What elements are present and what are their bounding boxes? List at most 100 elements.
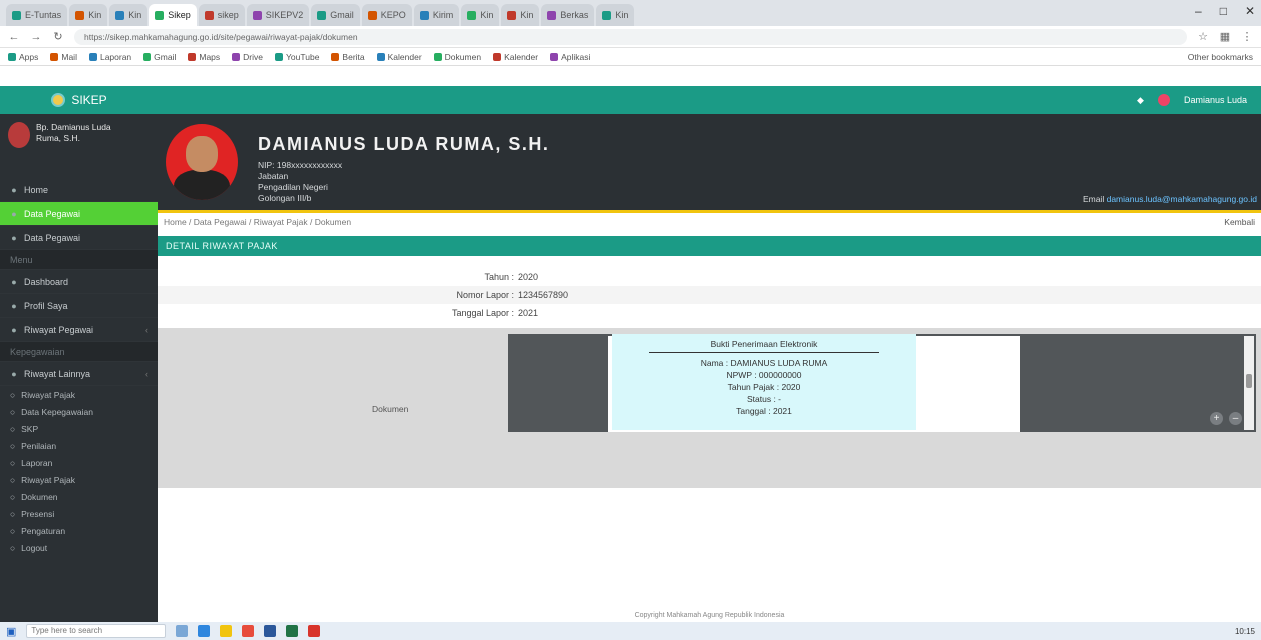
sidebar-item[interactable]: ● Riwayat Lainnya ‹ bbox=[0, 362, 158, 386]
bell-icon[interactable]: ◆ bbox=[1137, 95, 1144, 106]
bookmark-label: Mail bbox=[61, 51, 77, 62]
breadcrumb-path[interactable]: Home / Data Pegawai / Riwayat Pajak / Do… bbox=[164, 217, 351, 227]
tab-title: E-Tuntas bbox=[25, 10, 62, 20]
sidebar-subitem-icon: ○ bbox=[10, 491, 16, 502]
bookmark-item[interactable]: Berita bbox=[331, 52, 365, 62]
minimize-icon[interactable]: – bbox=[1195, 4, 1202, 18]
tab-favicon-icon bbox=[155, 10, 165, 20]
browser-tab[interactable]: Kirim bbox=[413, 4, 460, 26]
browser-tab[interactable]: sikep bbox=[198, 4, 245, 26]
zoom-out-icon[interactable]: – bbox=[1229, 412, 1242, 425]
sidebar-subitem[interactable]: ○ Pengaturan bbox=[0, 522, 158, 539]
bookmark-icon bbox=[331, 52, 340, 61]
browser-tab[interactable]: Berkas bbox=[541, 4, 595, 26]
tab-title: KEPO bbox=[380, 10, 406, 20]
extensions-icon[interactable]: ▦ bbox=[1219, 30, 1231, 43]
sidebar-subitem[interactable]: ○ SKP bbox=[0, 420, 158, 437]
word-icon[interactable] bbox=[264, 625, 277, 637]
browser-tab[interactable]: Kin bbox=[69, 4, 108, 26]
back-link[interactable]: Kembali bbox=[1224, 217, 1255, 227]
windows-icon[interactable]: ▣ bbox=[6, 625, 16, 638]
excel-icon[interactable] bbox=[286, 625, 299, 637]
tab-title: Sikep bbox=[168, 10, 191, 20]
sidebar-item[interactable]: ● Home bbox=[0, 178, 158, 202]
browser-tab[interactable]: KEPO bbox=[361, 4, 412, 26]
edge-icon[interactable] bbox=[198, 625, 211, 637]
sidebar-subitem-icon: ○ bbox=[10, 389, 16, 400]
tab-title: Kin bbox=[520, 10, 534, 20]
sidebar-subitem-label: Penilaian bbox=[21, 440, 57, 451]
sidebar-item[interactable]: ● Data Pegawai bbox=[0, 226, 158, 250]
tab-favicon-icon bbox=[547, 10, 557, 20]
sidebar-item[interactable]: ● Riwayat Pegawai ‹ bbox=[0, 318, 158, 342]
email-link[interactable]: damianus.luda@mahkamahagung.go.id bbox=[1107, 194, 1257, 204]
zoom-in-icon[interactable]: + bbox=[1210, 412, 1223, 425]
browser-tab[interactable]: Kin bbox=[596, 4, 635, 26]
user-panel: Bp. Damianus Luda Ruma, S.H. bbox=[0, 114, 158, 178]
brand[interactable]: SIKEP bbox=[0, 93, 158, 107]
sidebar-item-icon: ● bbox=[11, 368, 17, 379]
browser-tab[interactable]: Kin bbox=[501, 4, 540, 26]
bookmark-item[interactable]: Maps bbox=[188, 52, 220, 62]
bookmark-item[interactable]: Aplikasi bbox=[550, 52, 590, 62]
sidebar-item[interactable]: ● Data Pegawai bbox=[0, 202, 158, 226]
other-bookmarks[interactable]: Other bookmarks bbox=[1188, 52, 1253, 62]
sidebar-item-label: Profil Saya bbox=[24, 300, 68, 311]
avatar[interactable] bbox=[1157, 94, 1170, 106]
sidebar-subitem[interactable]: ○ Penilaian bbox=[0, 437, 158, 454]
bookmark-item[interactable]: Gmail bbox=[143, 52, 176, 62]
bookmark-item[interactable]: Kalender bbox=[376, 52, 422, 62]
star-icon[interactable]: ☆ bbox=[1197, 30, 1209, 43]
document-label: Dokumen bbox=[372, 404, 409, 414]
reload-icon[interactable]: ↻ bbox=[52, 30, 64, 43]
bookmark-item[interactable]: Mail bbox=[50, 52, 77, 62]
browser-tab[interactable]: E-Tuntas bbox=[6, 4, 68, 26]
pdf-viewer[interactable]: Bukti Penerimaan Elektronik Nama : DAMIAN… bbox=[508, 334, 1256, 432]
sidebar-subitem[interactable]: ○ Dokumen bbox=[0, 488, 158, 505]
bookmark-item[interactable]: Drive bbox=[232, 52, 263, 62]
back-icon[interactable]: ← bbox=[8, 31, 20, 43]
maximize-icon[interactable]: □ bbox=[1220, 4, 1227, 18]
close-icon[interactable]: ✕ bbox=[1245, 4, 1255, 18]
browser-tab[interactable]: Kin bbox=[109, 4, 148, 26]
sidebar-subitem[interactable]: ○ Presensi bbox=[0, 505, 158, 522]
sidebar-item-label: Data Pegawai bbox=[24, 232, 81, 243]
bookmark-label: Apps bbox=[19, 51, 39, 62]
browser-tab[interactable]: SIKEPV2 bbox=[246, 4, 310, 26]
bookmark-label: Gmail bbox=[154, 51, 177, 62]
viewer-scrollbar[interactable] bbox=[1244, 336, 1254, 430]
tab-favicon-icon bbox=[467, 10, 477, 20]
forward-icon[interactable]: → bbox=[30, 31, 42, 43]
bookmark-item[interactable]: Laporan bbox=[88, 51, 132, 62]
header-user-name[interactable]: Damianus Luda bbox=[1184, 95, 1247, 105]
bookmark-item[interactable]: Dokumen bbox=[433, 52, 481, 62]
folder-icon[interactable] bbox=[220, 625, 233, 637]
browser-tab[interactable]: Gmail bbox=[311, 4, 360, 26]
sidebar-subitem[interactable]: ○ Laporan bbox=[0, 454, 158, 471]
sidebar-item-icon: ● bbox=[11, 324, 17, 335]
browser-tab[interactable]: Kin bbox=[461, 4, 500, 26]
sidebar-item[interactable]: ● Profil Saya bbox=[0, 294, 158, 318]
pdf-icon[interactable] bbox=[308, 625, 321, 637]
sidebar-subitem-icon: ○ bbox=[10, 508, 16, 519]
bookmark-item[interactable]: Apps bbox=[8, 52, 38, 62]
bookmark-item[interactable]: YouTube bbox=[275, 52, 319, 62]
browser-tab[interactable]: Sikep bbox=[149, 4, 197, 26]
chrome-icon[interactable] bbox=[242, 625, 255, 637]
url-field[interactable]: https://sikep.mahkamahagung.go.id/site/p… bbox=[74, 28, 1187, 45]
sidebar-subitem[interactable]: ○ Logout bbox=[0, 539, 158, 556]
sidebar-item-icon: ● bbox=[11, 276, 17, 287]
menu-icon[interactable]: ⋮ bbox=[1241, 30, 1253, 43]
taskview-icon[interactable] bbox=[176, 625, 189, 637]
sidebar-subitem[interactable]: ○ Riwayat Pajak bbox=[0, 386, 158, 403]
tab-title: SIKEPV2 bbox=[265, 10, 304, 20]
sidebar-subitem[interactable]: ○ Data Kepegawaian bbox=[0, 403, 158, 420]
bookmark-item[interactable]: Kalender bbox=[493, 52, 538, 62]
sidebar-subitem[interactable]: ○ Riwayat Pajak bbox=[0, 471, 158, 488]
bookmark-label: YouTube bbox=[286, 51, 320, 62]
detail-value: 1234567890 bbox=[518, 290, 569, 300]
sidebar-item[interactable]: ● Dashboard bbox=[0, 270, 158, 294]
detail-row: Nomor Lapor : 1234567890 bbox=[158, 286, 1261, 304]
bookmark-label: Laporan bbox=[99, 51, 132, 62]
taskbar-search[interactable]: Type here to search bbox=[26, 624, 167, 638]
